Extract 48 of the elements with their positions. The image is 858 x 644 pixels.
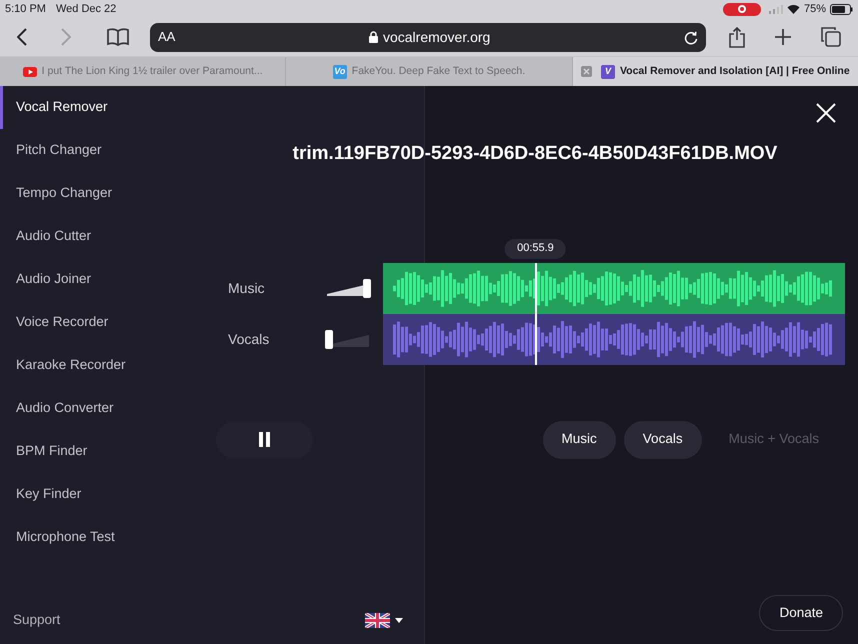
close-icon[interactable] (816, 103, 836, 123)
browser-tab[interactable]: V Vocal Remover and Isolation [AI] | Free Online (572, 57, 858, 86)
lock-icon (368, 31, 378, 43)
caret-icon[interactable] (395, 618, 403, 622)
sidebar-item[interactable]: Audio Joiner (0, 258, 212, 301)
clock-time: 5:10 PM (5, 2, 46, 17)
url-text: vocalremover.org (382, 28, 490, 47)
text-size-button[interactable]: AA (158, 27, 176, 47)
share-icon[interactable] (729, 26, 745, 48)
tab-title: I put The Lion King 1½ trailer over Paramount... (42, 64, 263, 79)
sidebar-item[interactable]: Audio Converter (0, 387, 212, 430)
volume-slider[interactable] (325, 278, 371, 298)
sidebar-item[interactable]: Voice Recorder (0, 301, 212, 344)
recording-indicator-icon (722, 2, 761, 16)
time-badge: 00:55.9 (505, 238, 566, 258)
sidebar-item[interactable]: BPM Finder (0, 430, 212, 473)
plus-icon[interactable] (775, 29, 791, 45)
flag-icon[interactable] (365, 612, 390, 628)
pause-button[interactable] (216, 420, 313, 458)
sidebar-item[interactable]: Vocal Remover (0, 86, 212, 129)
book-icon[interactable] (107, 28, 129, 46)
reload-icon[interactable] (684, 30, 698, 44)
battery-icon (830, 4, 853, 14)
sidebar-item[interactable]: Karaoke Recorder (0, 344, 212, 387)
sidebar-item[interactable]: Audio Cutter (0, 215, 212, 258)
battery-percentage: 75% (804, 2, 826, 17)
track-label: Vocals (228, 330, 270, 348)
sidebar-item[interactable]: Key Finder (0, 473, 212, 516)
date: Wed Dec 22 (56, 2, 116, 17)
sidebar-item[interactable]: Tempo Changer (0, 172, 212, 215)
tab-title: Vocal Remover and Isolation [AI] | Free Online (620, 64, 850, 79)
file-name-title: trim.119FB70D-5293-4D6D-8EC6-4B50D43F61DB.MOV (292, 142, 778, 166)
track-label: Music (228, 278, 266, 298)
signal-icon (768, 4, 783, 14)
tab-title: FakeYou. Deep Fake Text to Speech. (352, 64, 526, 79)
wifi-icon (786, 4, 800, 14)
site-logo-icon: V (600, 64, 615, 78)
slider-thumb[interactable] (325, 330, 333, 349)
tabs-icon[interactable] (821, 27, 841, 47)
address-field[interactable]: AA vocalremover.org (150, 22, 706, 52)
sidebar-item[interactable]: Pitch Changer (0, 129, 212, 172)
donate-button[interactable]: Donate (759, 595, 843, 631)
site-logo-icon: Vo (332, 64, 347, 78)
volume-slider[interactable] (325, 329, 371, 349)
slider-thumb[interactable] (363, 279, 371, 298)
support-link[interactable]: Support (13, 610, 60, 630)
play-logo-icon (22, 66, 37, 76)
sidebar-item[interactable]: Microphone Test (0, 516, 212, 559)
